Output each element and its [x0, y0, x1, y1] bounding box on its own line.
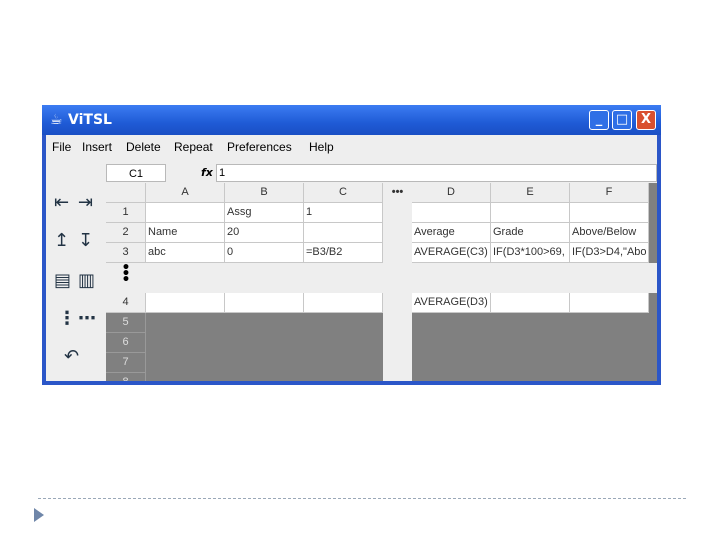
row-header[interactable]: 8	[106, 373, 146, 381]
cell-c4[interactable]	[304, 293, 383, 313]
toolbox: ⇤ ⇥ ↥ ↧ ▤ ▥ ⋮ ⋯ ↶	[50, 185, 104, 381]
menu-delete[interactable]: Delete	[126, 140, 161, 154]
row-header[interactable]: 7	[106, 353, 146, 373]
row-header[interactable]: 2	[106, 223, 146, 243]
cell-f1[interactable]	[570, 203, 649, 223]
cell-b2[interactable]: 20	[225, 223, 304, 243]
row-header[interactable]: 6	[106, 333, 146, 353]
cell-a3[interactable]: abc	[146, 243, 225, 263]
spreadsheet-grid: A B C ••• D E F 1 Assg 1 2 Name 20 Avera…	[106, 183, 657, 381]
undo-icon[interactable]: ↶	[64, 347, 79, 367]
corner-header	[106, 183, 146, 203]
formula-input[interactable]: 1	[216, 164, 657, 182]
fx-label: fx	[201, 166, 213, 179]
insert-row-left-icon[interactable]: ⇤	[54, 193, 69, 213]
menu-insert[interactable]: Insert	[82, 140, 112, 154]
bullet-triangle-icon	[34, 508, 44, 522]
menu-help[interactable]: Help	[309, 140, 334, 154]
col-header-c[interactable]: C	[304, 183, 383, 203]
cell-c2[interactable]	[304, 223, 383, 243]
cell-a4[interactable]	[146, 293, 225, 313]
vertical-ellipsis-icon[interactable]: ⋮	[58, 309, 76, 329]
col-header-e[interactable]: E	[491, 183, 570, 203]
cell-f2[interactable]: Above/Below	[570, 223, 649, 243]
row-header[interactable]: 1	[106, 203, 146, 223]
row-gap	[106, 263, 657, 293]
col-header-b[interactable]: B	[225, 183, 304, 203]
insert-col-up-icon[interactable]: ↥	[54, 231, 69, 251]
cell-e4[interactable]	[491, 293, 570, 313]
cell-d1[interactable]	[412, 203, 491, 223]
maximize-button[interactable]: □	[612, 110, 632, 130]
footer-divider	[38, 498, 686, 499]
cell-e1[interactable]	[491, 203, 570, 223]
horizontal-ellipsis-icon[interactable]: ⋯	[78, 309, 96, 329]
cell-c1[interactable]: 1	[304, 203, 383, 223]
insert-col-down-icon[interactable]: ↧	[78, 231, 93, 251]
cell-b4[interactable]	[225, 293, 304, 313]
coffee-cup-icon: ☕	[50, 112, 63, 128]
menu-file[interactable]: File	[52, 140, 71, 154]
formula-bar: C1 fx 1	[46, 163, 657, 183]
vitsl-window: ☕ ViTSL _ □ X File Insert Delete Repeat …	[42, 105, 661, 385]
window-title: ViTSL	[68, 112, 112, 128]
col-header-d[interactable]: D	[412, 183, 491, 203]
cell-reference-field[interactable]: C1	[106, 164, 166, 182]
close-button[interactable]: X	[636, 110, 656, 130]
merge-horizontal-icon[interactable]: ▤	[54, 271, 71, 291]
title-bar[interactable]: ☕ ViTSL _ □ X	[42, 105, 661, 135]
cell-a1[interactable]	[146, 203, 225, 223]
row-header[interactable]: 5	[106, 313, 146, 333]
menu-repeat[interactable]: Repeat	[174, 140, 213, 154]
insert-row-right-icon[interactable]: ⇥	[78, 193, 93, 213]
row-header[interactable]: 4	[106, 293, 146, 313]
cell-e2[interactable]: Grade	[491, 223, 570, 243]
minimize-button[interactable]: _	[589, 110, 609, 130]
cell-a2[interactable]: Name	[146, 223, 225, 243]
column-gap-symbol[interactable]: •••	[383, 183, 412, 203]
cell-b1[interactable]: Assg	[225, 203, 304, 223]
cell-e3[interactable]: IF(D3*100>69,	[491, 243, 570, 263]
cell-c3[interactable]: =B3/B2	[304, 243, 383, 263]
cell-b3[interactable]: 0	[225, 243, 304, 263]
cell-d4[interactable]: AVERAGE(D3)	[412, 293, 491, 313]
col-header-f[interactable]: F	[570, 183, 649, 203]
cell-d2[interactable]: Average	[412, 223, 491, 243]
client-area: File Insert Delete Repeat Preferences He…	[46, 135, 657, 381]
menu-bar: File Insert Delete Repeat Preferences He…	[46, 135, 657, 161]
merge-vertical-icon[interactable]: ▥	[78, 271, 95, 291]
cell-f4[interactable]	[570, 293, 649, 313]
menu-preferences[interactable]: Preferences	[227, 140, 292, 154]
cell-f3[interactable]: IF(D3>D4,"Abo	[570, 243, 649, 263]
cell-d3[interactable]: AVERAGE(C3)	[412, 243, 491, 263]
row-gap-symbol[interactable]: • • •	[106, 261, 146, 287]
col-header-a[interactable]: A	[146, 183, 225, 203]
